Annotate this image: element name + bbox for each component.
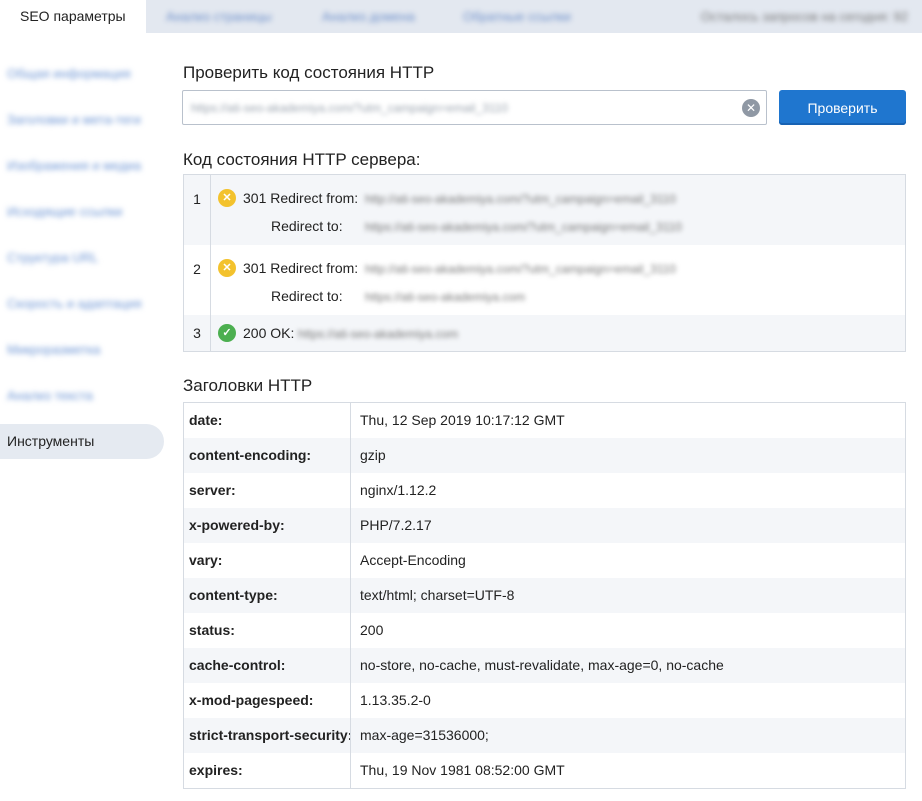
header-key: x-powered-by: (184, 508, 351, 543)
table-row: cache-control: no-store, no-cache, must-… (184, 648, 905, 683)
header-value: Thu, 19 Nov 1981 08:52:00 GMT (360, 762, 565, 778)
sidebar: Общая информация Заголовки и мета-теги И… (0, 56, 164, 470)
check-circle-icon: ✓ (218, 324, 236, 342)
redirect-from-label: 301 Redirect from: (243, 190, 359, 206)
sidebar-item-tools[interactable]: Инструменты (0, 424, 164, 459)
sidebar-item-general[interactable]: Общая информация (0, 56, 164, 91)
url-input-box: ✕ (182, 90, 767, 125)
headers-table: date: Thu, 12 Sep 2019 10:17:12 GMT cont… (183, 402, 906, 789)
redirect-to-label: Redirect to: (271, 218, 343, 234)
redirect-to-url: https://ati-seo-akademiya.com/?utm_campa… (365, 220, 682, 234)
table-row: content-type: text/html; charset=UTF-8 (184, 578, 905, 613)
table-row: vary: Accept-Encoding (184, 543, 905, 578)
status-row-number: 2 (193, 261, 201, 277)
tab-backlinks[interactable]: Обратные ссылки (463, 0, 571, 33)
table-row: content-encoding: gzip (184, 438, 905, 473)
check-button[interactable]: Проверить (779, 90, 906, 125)
divider (210, 245, 211, 315)
header-key: cache-control: (184, 648, 351, 683)
url-input[interactable] (191, 91, 731, 124)
divider (210, 315, 211, 351)
header-value: Accept-Encoding (360, 552, 466, 568)
status-row: 1 ✕ 301 Redirect from: http://ati-seo-ak… (184, 175, 905, 245)
header-value: text/html; charset=UTF-8 (360, 587, 515, 603)
redirect-from-url: http://ati-seo-akademiya.com/?utm_campai… (365, 262, 676, 276)
warning-circle-icon: ✕ (218, 189, 236, 207)
tab-domain-analysis[interactable]: Анализ домена (322, 0, 415, 33)
sidebar-item-outgoing-links[interactable]: Исходящие ссылки (0, 194, 164, 229)
final-url: https://ati-seo-akademiya.com (298, 327, 459, 341)
clear-circle-icon[interactable]: ✕ (742, 99, 760, 117)
tab-page-analysis[interactable]: Анализ страницы (166, 0, 272, 33)
header-value: Thu, 12 Sep 2019 10:17:12 GMT (360, 412, 565, 428)
check-status-title: Проверить код состояния HTTP (183, 63, 435, 82)
warning-circle-icon: ✕ (218, 259, 236, 277)
header-key: vary: (184, 543, 351, 578)
sidebar-item-microdata[interactable]: Микроразметка (0, 332, 164, 367)
redirect-from-label: 301 Redirect from: (243, 260, 359, 276)
status-table: 1 ✕ 301 Redirect from: http://ati-seo-ak… (183, 174, 906, 352)
table-row: x-mod-pagespeed: 1.13.35.2-0 (184, 683, 905, 718)
server-status-title: Код состояния HTTP сервера: (183, 150, 421, 169)
status-row-number: 1 (193, 191, 201, 207)
sidebar-item-headings-meta[interactable]: Заголовки и мета-теги (0, 102, 164, 137)
status-row-number: 3 (193, 325, 201, 341)
header-value: nginx/1.12.2 (360, 482, 437, 498)
requests-remaining-info: Осталось запросов на сегодня: 92 (700, 9, 908, 24)
sidebar-item-url-structure[interactable]: Структура URL (0, 240, 164, 275)
header-key: server: (184, 473, 351, 508)
table-row: x-powered-by: PHP/7.2.17 (184, 508, 905, 543)
redirect-to-url: https://ati-seo-akademiya.com (365, 290, 526, 304)
status-row: 3 ✓ 200 OK: https://ati-seo-akademiya.co… (184, 315, 905, 351)
sidebar-item-text-analysis[interactable]: Анализ текста (0, 378, 164, 413)
redirect-from-url: http://ati-seo-akademiya.com/?utm_campai… (365, 192, 676, 206)
header-value: max-age=31536000; (360, 727, 489, 743)
header-value: gzip (360, 447, 386, 463)
sidebar-item-speed[interactable]: Скорость и адаптация (0, 286, 164, 321)
header-key: status: (184, 613, 351, 648)
status-ok-label: 200 OK: (243, 325, 295, 341)
table-row: date: Thu, 12 Sep 2019 10:17:12 GMT (184, 403, 905, 438)
header-key: strict-transport-security: (184, 718, 351, 753)
header-key: date: (184, 403, 351, 438)
header-key: expires: (184, 753, 351, 788)
http-headers-title: Заголовки HTTP (183, 376, 313, 395)
tab-seo-parameters[interactable]: SEO параметры (0, 0, 146, 33)
table-row: status: 200 (184, 613, 905, 648)
redirect-to-label: Redirect to: (271, 288, 343, 304)
top-tab-bar: SEO параметры Анализ страницы Анализ дом… (0, 0, 922, 33)
table-row: server: nginx/1.12.2 (184, 473, 905, 508)
header-key: content-type: (184, 578, 351, 613)
header-key: content-encoding: (184, 438, 351, 473)
header-value: PHP/7.2.17 (360, 517, 432, 533)
header-value: 1.13.35.2-0 (360, 692, 431, 708)
table-row: expires: Thu, 19 Nov 1981 08:52:00 GMT (184, 753, 905, 788)
header-value: 200 (360, 622, 384, 638)
status-row: 2 ✕ 301 Redirect from: http://ati-seo-ak… (184, 245, 905, 315)
header-key: x-mod-pagespeed: (184, 683, 351, 718)
divider (210, 175, 211, 245)
table-row: strict-transport-security: max-age=31536… (184, 718, 905, 753)
header-value: no-store, no-cache, must-revalidate, max… (360, 657, 724, 673)
sidebar-item-images-media[interactable]: Изображения и медиа (0, 148, 164, 183)
